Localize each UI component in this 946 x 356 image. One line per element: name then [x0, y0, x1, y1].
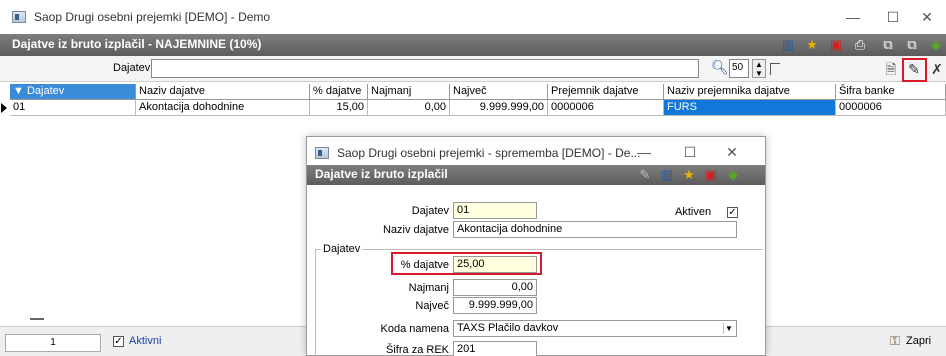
print-icon[interactable]: ⎙ [852, 37, 868, 53]
export-icon[interactable]: ▣ [828, 37, 844, 53]
column-dajatev[interactable]: ▼ Dajatev [10, 84, 136, 100]
naziv-field[interactable]: Akontacija dohodnine [453, 221, 737, 238]
cell-prejemnik[interactable]: 0000006 [548, 100, 664, 116]
dialog-edit-icon[interactable]: ✎ [637, 167, 653, 183]
dialog-title-bar: Saop Drugi osebni prejemki - sprememba [… [307, 137, 765, 165]
delete-record-icon[interactable]: ✗ [928, 60, 946, 78]
dialog-close-button[interactable]: ✕ [717, 141, 747, 163]
minimize-button[interactable]: — [838, 6, 868, 28]
page-number: 1 [5, 334, 101, 352]
koda-namena-label: Koda namena [380, 323, 450, 335]
close-button[interactable]: ✕ [912, 6, 942, 28]
column-naziv-prejemnika[interactable]: Naziv prejemnika dajatve [664, 84, 836, 100]
dialog-help-icon[interactable]: ◆ [725, 167, 741, 183]
sort-desc-icon: ▼ [13, 85, 27, 97]
row-pointer-icon [1, 103, 7, 113]
cell-sifra-banke[interactable]: 0000006 [836, 100, 946, 116]
column-pct-dajatve[interactable]: % dajatve [310, 84, 368, 100]
help-icon[interactable]: ◆ [928, 37, 944, 53]
dialog-export-icon[interactable]: ▣ [703, 167, 719, 183]
close-door-icon[interactable]: ⚿ [890, 333, 900, 349]
cell-pct-dajatve[interactable]: 15,00 [310, 100, 368, 116]
filter-input[interactable] [151, 59, 699, 78]
dajatev-section-left-border [315, 249, 316, 356]
dialog-app-icon [315, 147, 329, 159]
pct-dajatve-highlight [391, 252, 542, 275]
najvec-label: Največ [415, 300, 449, 312]
dialog-columns-icon[interactable]: ▥ [659, 167, 675, 183]
paste-icon[interactable]: ⧉ [904, 37, 920, 53]
module-title: Dajatve iz bruto izplačil - NAJEMNINE (1… [12, 37, 262, 51]
najmanj-field[interactable]: 0,00 [453, 279, 537, 296]
aktiven-checkbox[interactable]: ✓ [727, 207, 738, 218]
filter-option-toggle[interactable] [770, 63, 780, 75]
cell-najmanj[interactable]: 0,00 [368, 100, 450, 116]
limit-spinner[interactable]: ▲ ▼ [752, 59, 766, 78]
najmanj-label: Najmanj [408, 282, 449, 294]
edit-button-highlight [902, 58, 927, 82]
dialog-header-bar: Dajatve iz bruto izplačil ✎ ▥ ★ ▣ ◆ [307, 165, 765, 185]
maximize-button[interactable]: ☐ [878, 6, 908, 28]
cell-najvec[interactable]: 9.999.999,00 [450, 100, 548, 116]
dajatev-section-border [315, 249, 763, 250]
search-icon[interactable]: 🔍︎ [711, 59, 729, 76]
naziv-label: Naziv dajatve [382, 224, 449, 236]
dialog-favorite-icon[interactable]: ★ [681, 167, 697, 183]
column-najmanj[interactable]: Najmanj [368, 84, 450, 100]
sifra-rek-field[interactable]: 201 [453, 341, 537, 356]
grid-header: ▼ Dajatev Naziv dajatve % dajatve Najman… [0, 84, 946, 100]
sifra-rek-label: Šifra za REK [386, 344, 449, 356]
module-header-bar: Dajatve iz bruto izplačil - NAJEMNINE (1… [0, 34, 946, 56]
window-title: Saop Drugi osebni prejemki [DEMO] - Demo [34, 10, 271, 24]
najvec-field[interactable]: 9.999.999,00 [453, 297, 537, 314]
column-sifra-banke[interactable]: Šifra banke [836, 84, 946, 100]
table-row[interactable]: 01 Akontacija dohodnine 15,00 0,00 9.999… [0, 100, 946, 116]
dajatev-field[interactable]: 01 [453, 202, 537, 219]
aktivni-checkbox[interactable]: ✓ [113, 336, 124, 347]
dialog-header-title: Dajatve iz bruto izplačil [315, 167, 448, 181]
favorite-star-icon[interactable]: ★ [804, 37, 820, 53]
koda-namena-select[interactable]: TAXS Plačilo davkov ▼ [453, 320, 737, 337]
chevron-down-icon[interactable]: ▼ [723, 323, 734, 334]
koda-namena-value: TAXS Plačilo davkov [457, 322, 559, 334]
dialog-minimize-button[interactable]: — [629, 141, 659, 163]
column-naziv-dajatve[interactable]: Naziv dajatve [136, 84, 310, 100]
aktivni-label[interactable]: Aktivni [129, 335, 161, 347]
columns-icon[interactable]: ▥ [780, 37, 796, 53]
zapri-button[interactable]: Zapri [906, 335, 931, 347]
filter-bar: Dajatev 🔍︎ 50 ▲ ▼ 🗎 ✎ ✗ [0, 56, 946, 82]
dialog-maximize-button[interactable]: ☐ [675, 141, 705, 163]
horizontal-scroll-indicator[interactable] [30, 318, 44, 320]
dajatev-label: Dajatev [411, 205, 449, 217]
cell-naziv-prejemnika[interactable]: FURS [664, 100, 836, 116]
aktiven-label: Aktiven [675, 206, 712, 218]
cell-naziv-dajatve[interactable]: Akontacija dohodnine [136, 100, 310, 116]
new-record-icon[interactable]: 🗎 [882, 60, 900, 78]
column-prejemnik[interactable]: Prejemnik dajatve [548, 84, 664, 100]
dialog-title: Saop Drugi osebni prejemki - sprememba [… [337, 146, 641, 160]
filter-label: Dajatev [113, 62, 151, 74]
edit-dialog: Saop Drugi osebni prejemki - sprememba [… [306, 136, 766, 356]
copy-icon[interactable]: ⧉ [880, 37, 896, 53]
record-limit-input[interactable]: 50 [729, 59, 749, 78]
app-icon [12, 11, 26, 23]
cell-dajatev[interactable]: 01 [10, 100, 136, 116]
dajatev-section-label: Dajatev [321, 243, 363, 255]
column-najvec[interactable]: Največ [450, 84, 548, 100]
main-title-bar: Saop Drugi osebni prejemki [DEMO] - Demo… [0, 0, 946, 34]
